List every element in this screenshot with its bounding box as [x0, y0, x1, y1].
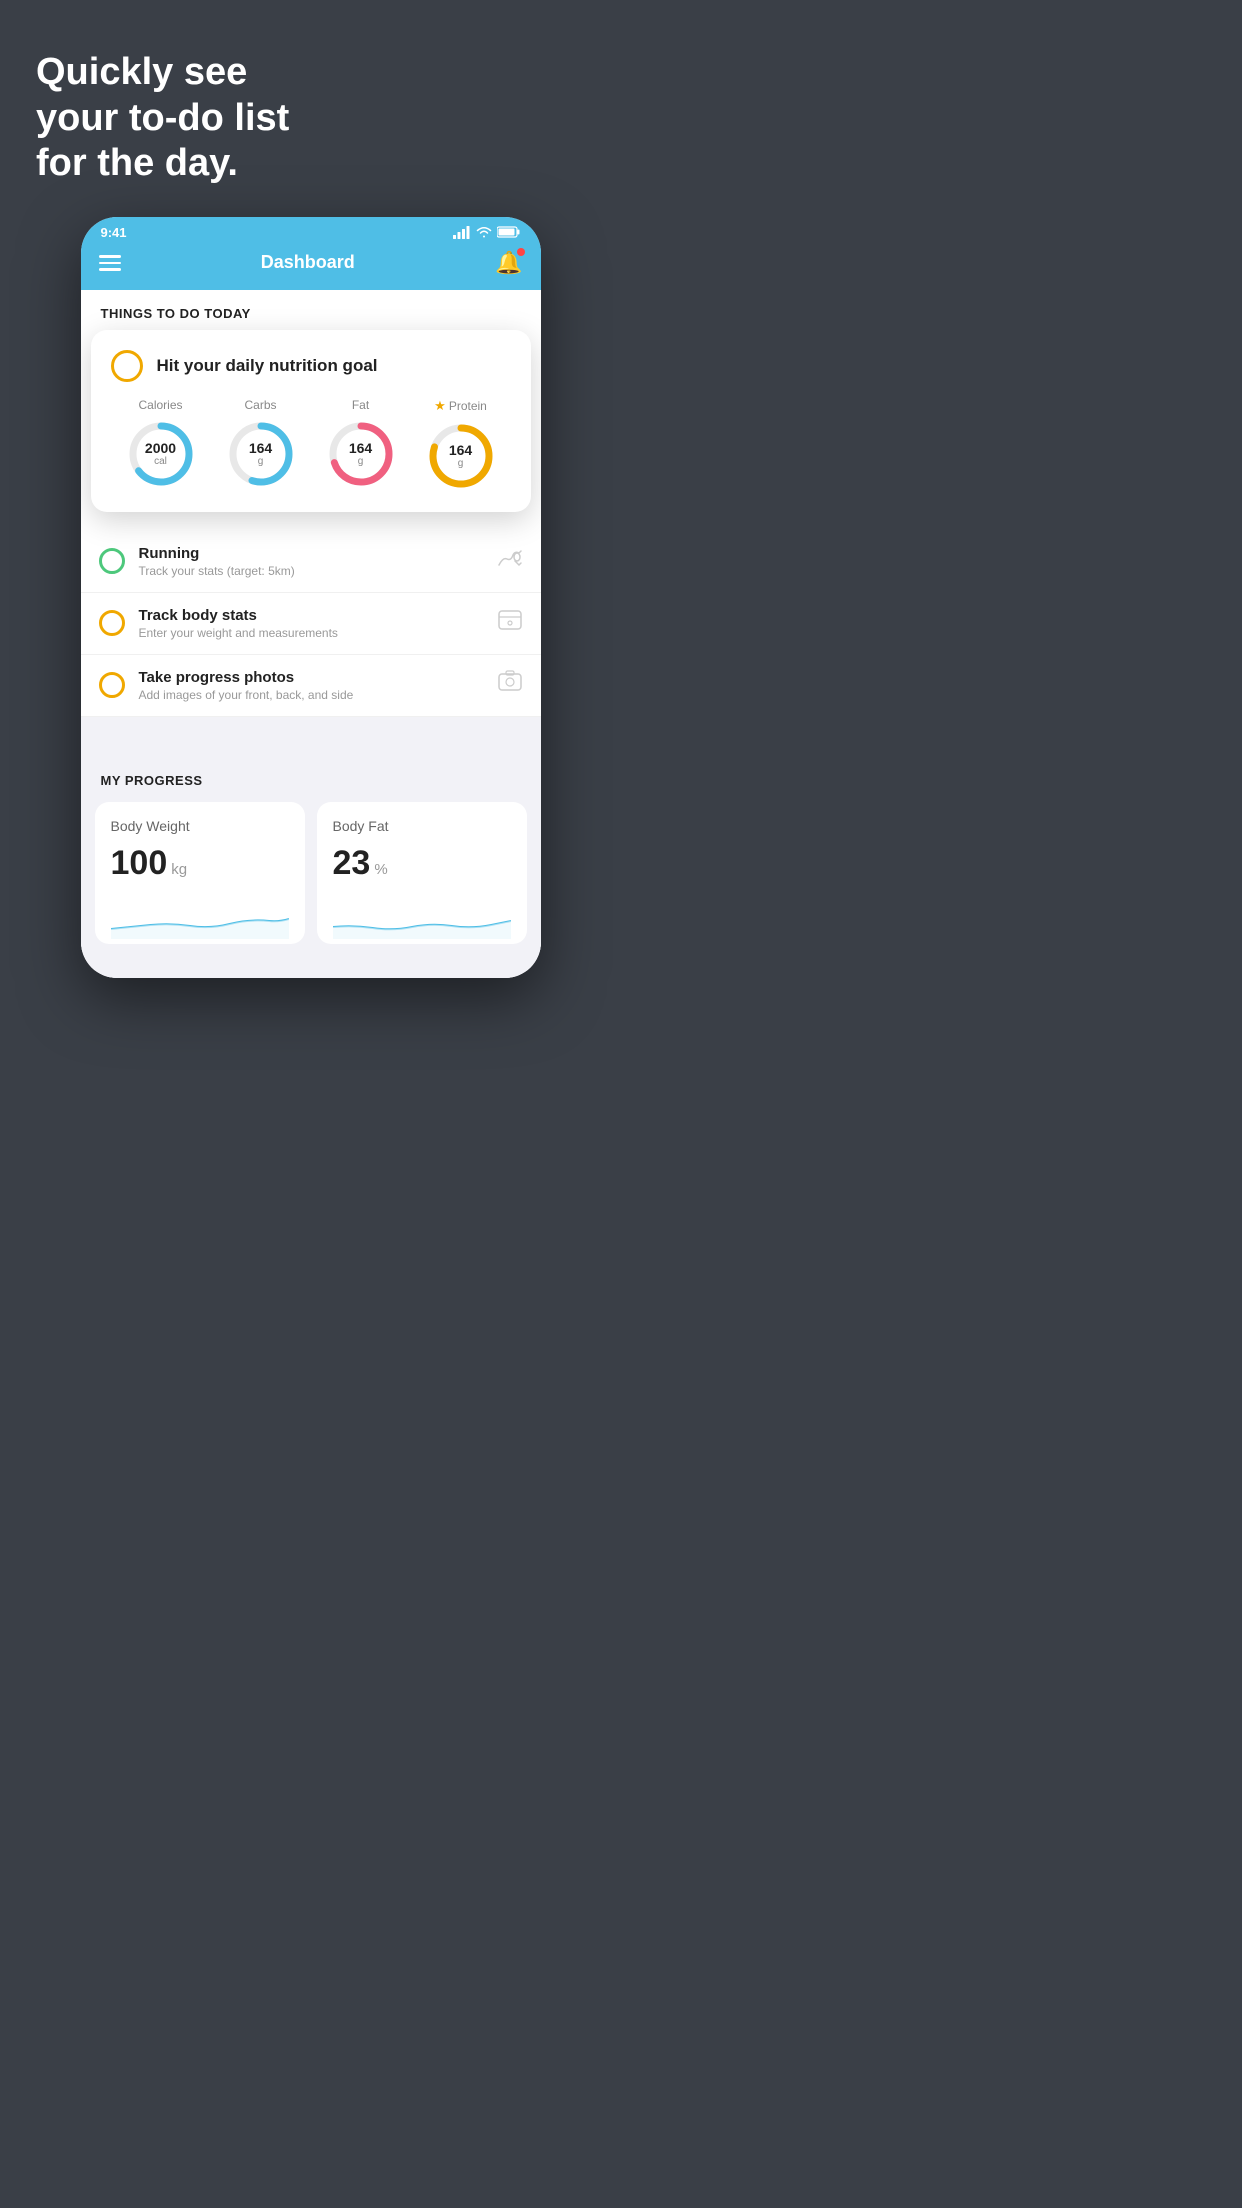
nav-title: Dashboard [261, 252, 355, 273]
todo-running[interactable]: Running Track your stats (target: 5km) [81, 531, 541, 593]
body-fat-number: 23 [333, 844, 371, 883]
calories-donut: 2000 cal [125, 418, 197, 490]
photos-subtitle: Add images of your front, back, and side [139, 688, 483, 702]
body-stats-title: Track body stats [139, 607, 483, 624]
carbs-donut: 164 g [225, 418, 297, 490]
protein-donut: 164 g [425, 420, 497, 492]
nutrition-calories: Calories 2000 cal [125, 398, 197, 490]
body-weight-unit: kg [171, 861, 187, 878]
photos-circle [99, 672, 125, 698]
progress-title: MY PROGRESS [95, 773, 527, 788]
running-text: Running Track your stats (target: 5km) [139, 545, 483, 578]
phone-body: THINGS TO DO TODAY Hit your daily nutrit… [81, 290, 541, 978]
nutrition-fat: Fat 164 g [325, 398, 397, 490]
progress-cards: Body Weight 100 kg Body Fat 23 % [95, 802, 527, 944]
nav-bar: Dashboard 🔔 [81, 244, 541, 290]
photos-title: Take progress photos [139, 669, 483, 686]
notification-dot [517, 248, 525, 256]
running-circle [99, 548, 125, 574]
fat-value: 164 g [349, 441, 372, 467]
fat-donut: 164 g [325, 418, 397, 490]
body-weight-card-title: Body Weight [111, 818, 289, 834]
photos-text: Take progress photos Add images of your … [139, 669, 483, 702]
body-fat-sparkline [333, 899, 511, 939]
carbs-label: Carbs [244, 398, 276, 412]
star-icon: ★ [434, 398, 446, 414]
wifi-icon [476, 226, 492, 238]
body-weight-card[interactable]: Body Weight 100 kg [95, 802, 305, 944]
hero-title: Quickly see your to-do list for the day. [36, 50, 621, 187]
nutrition-protein: ★ Protein 164 g [425, 398, 497, 492]
signal-icon [453, 226, 471, 239]
body-fat-unit: % [374, 861, 387, 878]
photo-icon [497, 669, 523, 701]
battery-icon [497, 226, 521, 238]
running-subtitle: Track your stats (target: 5km) [139, 564, 483, 578]
hero-section: Quickly see your to-do list for the day. [0, 0, 621, 187]
body-weight-number: 100 [111, 844, 168, 883]
running-icon [497, 547, 523, 575]
calories-label: Calories [138, 398, 182, 412]
todo-progress-photos[interactable]: Take progress photos Add images of your … [81, 655, 541, 717]
status-bar: 9:41 [81, 217, 541, 244]
phone-frame: 9:41 D [81, 217, 541, 978]
progress-section: MY PROGRESS Body Weight 100 kg B [81, 749, 541, 958]
carbs-value: 164 g [249, 441, 272, 467]
card-check-circle [111, 350, 143, 382]
todo-body-stats[interactable]: Track body stats Enter your weight and m… [81, 593, 541, 655]
section-title: THINGS TO DO TODAY [101, 306, 521, 321]
card-header: Hit your daily nutrition goal [111, 350, 511, 382]
calories-value: 2000 cal [145, 441, 176, 467]
notification-button[interactable]: 🔔 [495, 250, 522, 276]
body-weight-sparkline [111, 899, 289, 939]
running-title: Running [139, 545, 483, 562]
section-header: THINGS TO DO TODAY [81, 290, 541, 331]
body-fat-card-title: Body Fat [333, 818, 511, 834]
scale-icon [497, 607, 523, 639]
protein-label: ★ Protein [434, 398, 487, 414]
nutrition-card[interactable]: Hit your daily nutrition goal Calories 2… [91, 330, 531, 512]
protein-value: 164 g [449, 443, 472, 469]
body-stats-circle [99, 610, 125, 636]
body-weight-value: 100 kg [111, 844, 289, 883]
menu-button[interactable] [99, 255, 121, 271]
body-stats-subtitle: Enter your weight and measurements [139, 626, 483, 640]
body-fat-card[interactable]: Body Fat 23 % [317, 802, 527, 944]
body-fat-value: 23 % [333, 844, 511, 883]
nutrition-row: Calories 2000 cal Carbs [111, 398, 511, 492]
fat-label: Fat [352, 398, 369, 412]
card-title: Hit your daily nutrition goal [157, 356, 378, 376]
time: 9:41 [101, 225, 127, 240]
status-icons [453, 226, 521, 239]
body-stats-text: Track body stats Enter your weight and m… [139, 607, 483, 640]
todo-list: Running Track your stats (target: 5km) T… [81, 531, 541, 717]
nutrition-carbs: Carbs 164 g [225, 398, 297, 490]
